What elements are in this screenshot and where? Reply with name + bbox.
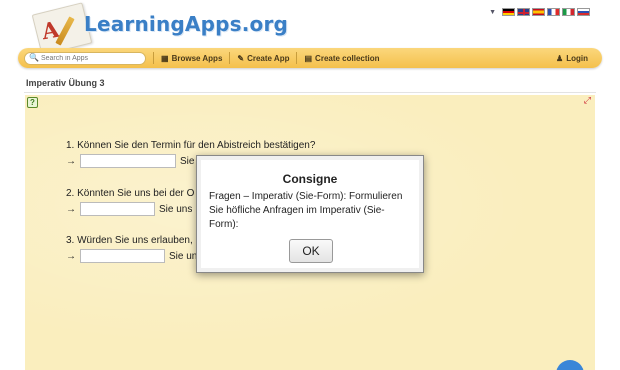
question-item: 3. Würden Sie uns erlauben, → Sie un	[66, 235, 197, 263]
dialog-body: Consigne Fragen – Imperativ (Sie-Form): …	[201, 160, 419, 268]
browse-apps-label: Browse Apps	[171, 53, 223, 63]
create-collection-label: Create collection	[315, 53, 380, 63]
answer-suffix: Sie un	[169, 250, 198, 262]
answer-input[interactable]	[80, 202, 155, 216]
flag-it-icon[interactable]	[562, 8, 575, 16]
language-selector[interactable]: ▼	[489, 8, 590, 16]
instruction-dialog: Consigne Fragen – Imperativ (Sie-Form): …	[196, 155, 424, 273]
arrow-icon: →	[66, 155, 76, 167]
question-item: 2. Könnten Sie uns bei der O → Sie uns	[66, 188, 194, 216]
answer-suffix: Sie uns	[159, 203, 193, 215]
flag-de-icon[interactable]	[502, 8, 515, 16]
search-icon: 🔍	[29, 53, 39, 62]
flag-fr-icon[interactable]	[547, 8, 560, 16]
flag-ru-icon[interactable]	[577, 8, 590, 16]
page: A LearningApps.org ▼ 🔍 ▦ Browse Apps ✎ C…	[0, 0, 620, 370]
fullscreen-icon[interactable]: ⤢	[584, 96, 591, 105]
logo-text: LearningApps.org	[84, 12, 289, 36]
nav-divider	[296, 52, 298, 64]
flag-es-icon[interactable]	[532, 8, 545, 16]
collection-icon: ▤	[304, 53, 313, 63]
main-navbar: 🔍 ▦ Browse Apps ✎ Create App ▤ Create co…	[18, 48, 602, 68]
nav-divider	[153, 52, 154, 64]
answer-row: → Sie un	[66, 249, 197, 263]
search-box[interactable]: 🔍	[24, 51, 146, 65]
flag-en-icon[interactable]	[517, 8, 530, 16]
answer-suffix: Sie	[180, 155, 195, 167]
create-app-link[interactable]: ✎ Create App	[237, 54, 289, 63]
nav-divider	[229, 52, 231, 64]
search-input[interactable]	[40, 54, 141, 62]
answer-row: → Sie uns	[66, 202, 194, 216]
site-logo[interactable]: A LearningApps.org	[30, 2, 288, 56]
dropdown-caret-icon[interactable]: ▼	[489, 9, 496, 16]
question-text: 3. Würden Sie uns erlauben,	[66, 235, 193, 246]
user-icon: ♟	[556, 53, 564, 63]
login-link[interactable]: ♟ Login	[556, 54, 588, 63]
create-collection-link[interactable]: ▤ Create collection	[304, 54, 379, 63]
question-text: 2. Könnten Sie uns bei der O	[66, 188, 195, 199]
dialog-text: Fragen – Imperativ (Sie-Form): Formulier…	[209, 191, 403, 230]
pencil-icon: ✎	[237, 53, 245, 63]
question-text: 1. Können Sie den Termin für den Abistre…	[66, 140, 316, 151]
create-app-label: Create App	[247, 53, 290, 63]
action-circle-button[interactable]	[556, 360, 584, 370]
page-title: Imperativ Übung 3	[26, 78, 105, 88]
help-icon[interactable]: ?	[27, 97, 38, 108]
title-divider	[24, 92, 596, 93]
dialog-title: Consigne	[282, 172, 338, 186]
login-label: Login	[566, 53, 588, 63]
arrow-icon: →	[66, 250, 76, 262]
answer-input[interactable]	[80, 154, 176, 168]
browse-apps-link[interactable]: ▦ Browse Apps	[161, 54, 222, 63]
arrow-icon: →	[66, 203, 76, 215]
answer-input[interactable]	[80, 249, 165, 263]
grid-icon: ▦	[161, 53, 169, 63]
ok-button[interactable]: OK	[289, 239, 333, 263]
